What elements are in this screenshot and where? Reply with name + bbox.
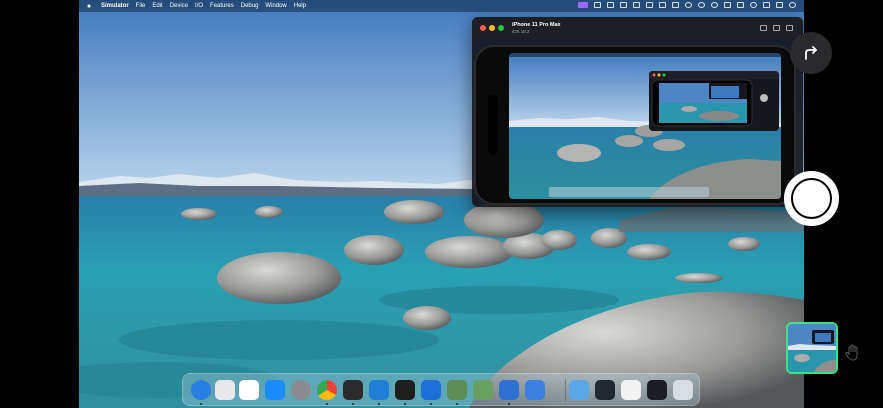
apple-menu-icon[interactable]: ● — [83, 3, 95, 10]
close-window-button[interactable] — [480, 25, 486, 31]
search-icon[interactable] — [763, 2, 770, 8]
menu-help[interactable]: Help — [294, 3, 306, 9]
menu-window[interactable]: Window — [265, 3, 286, 9]
activity-monitor-icon[interactable] — [395, 380, 415, 400]
status-menu — [578, 2, 796, 8]
running-indicator — [508, 403, 510, 405]
instruments-icon[interactable] — [343, 380, 363, 400]
grid-icon[interactable] — [633, 2, 640, 8]
wifi-icon[interactable] — [750, 2, 757, 8]
menu-app-name[interactable]: Simulator — [101, 3, 129, 9]
folder-icon[interactable] — [569, 380, 589, 400]
screenshot-icon[interactable] — [773, 25, 780, 31]
finder-icon[interactable] — [191, 380, 211, 400]
dynamic-island — [488, 95, 498, 155]
record-icon[interactable] — [698, 2, 705, 8]
dock — [182, 373, 700, 406]
siri-icon[interactable] — [789, 2, 796, 8]
box-icon[interactable] — [659, 2, 666, 8]
calendar-status-icon[interactable] — [646, 2, 653, 8]
menu-io[interactable]: I/O — [195, 3, 203, 9]
thumbnail-preview — [788, 324, 836, 372]
shutter-button[interactable] — [784, 171, 839, 226]
os-version: iOS 18.2 — [512, 29, 530, 34]
window-thumb-2-icon[interactable] — [621, 380, 641, 400]
nested-simulator-window — [649, 71, 779, 131]
running-indicator — [404, 403, 406, 405]
chrome-icon[interactable] — [317, 380, 337, 400]
running-indicator — [456, 403, 458, 405]
menu-debug[interactable]: Debug — [241, 3, 259, 9]
dock-divider — [565, 379, 566, 401]
app-blue-1-icon[interactable] — [499, 380, 519, 400]
battery-icon[interactable] — [737, 2, 744, 8]
cloud-icon[interactable] — [607, 2, 614, 8]
zoom-window-button[interactable] — [498, 25, 504, 31]
picture-icon[interactable] — [672, 2, 679, 8]
nested-mirror — [649, 71, 779, 127]
running-indicator — [200, 403, 202, 405]
screen: ● Simulator File Edit Device I/O Feature… — [0, 0, 883, 408]
xcode-icon[interactable] — [421, 380, 441, 400]
system-settings-icon[interactable] — [291, 380, 311, 400]
app-store-icon[interactable] — [265, 380, 285, 400]
app-green-2-icon[interactable] — [473, 380, 493, 400]
home-icon[interactable] — [760, 25, 767, 31]
rotate-button[interactable] — [790, 32, 832, 74]
shutter-inner-ring — [791, 178, 832, 219]
menu-edit[interactable]: Edit — [152, 3, 162, 9]
rotate-arrow-icon — [805, 46, 817, 60]
window-thumb-3-icon[interactable] — [647, 380, 667, 400]
minimize-window-button[interactable] — [489, 25, 495, 31]
rotate-device-icon[interactable] — [786, 25, 793, 31]
simulator-titlebar[interactable]: iPhone 11 Pro Max iOS 18.2 — [472, 17, 803, 39]
menu-features[interactable]: Features — [210, 3, 234, 9]
app-blue-2-icon[interactable] — [525, 380, 545, 400]
running-indicator — [326, 403, 328, 405]
trash-icon[interactable] — [673, 380, 693, 400]
display-icon[interactable] — [620, 2, 627, 8]
running-indicator — [378, 403, 380, 405]
window-icon[interactable] — [594, 2, 601, 8]
hand-icon[interactable] — [843, 343, 863, 363]
running-indicator — [430, 403, 432, 405]
user-circle-icon[interactable] — [685, 2, 692, 8]
running-indicator — [352, 403, 354, 405]
screen-recording-icon[interactable] — [578, 2, 588, 8]
last-photo-thumbnail[interactable] — [786, 322, 838, 374]
vscode-icon[interactable] — [369, 380, 389, 400]
headphones-icon[interactable] — [711, 2, 718, 8]
launchpad-icon[interactable] — [215, 380, 235, 400]
window-thumb-1-icon[interactable] — [595, 380, 615, 400]
calendar-icon[interactable] — [239, 380, 259, 400]
menu-file[interactable]: File — [136, 3, 146, 9]
menu-bar: ● Simulator File Edit Device I/O Feature… — [79, 0, 804, 12]
control-center-icon[interactable] — [776, 2, 783, 8]
speaker-icon[interactable] — [724, 2, 731, 8]
menu-device[interactable]: Device — [170, 3, 188, 9]
app-green-1-icon[interactable] — [447, 380, 467, 400]
device-name: iPhone 11 Pro Max — [512, 22, 561, 28]
